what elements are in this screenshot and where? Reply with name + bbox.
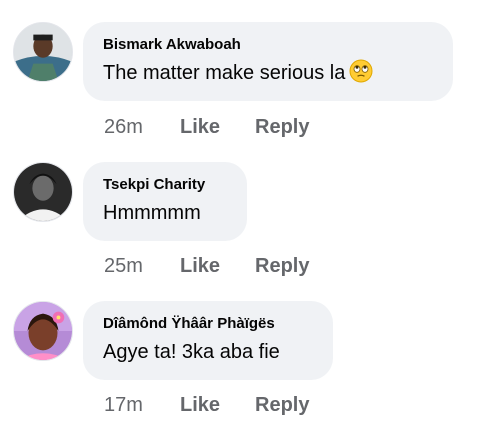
comment-author[interactable]: Dîâmônd Ÿhââr Phàïgës (103, 314, 313, 334)
avatar-photo (14, 23, 72, 81)
comment-bubble: Tsekpi Charity Hmmmmm (83, 162, 247, 241)
avatar[interactable] (13, 301, 73, 361)
reply-button[interactable]: Reply (255, 393, 309, 417)
like-button[interactable]: Like (180, 254, 255, 278)
comment-author[interactable]: Tsekpi Charity (103, 175, 227, 195)
comment-timestamp[interactable]: 17m (104, 393, 180, 417)
comment-timestamp[interactable]: 25m (104, 254, 180, 278)
comment-text: The matter make serious la (103, 59, 433, 87)
comment-author[interactable]: Bismark Akwaboah (103, 35, 433, 55)
comment-bubble: Bismark Akwaboah The matter make serious… (83, 22, 453, 101)
reply-button[interactable]: Reply (255, 254, 309, 278)
like-button[interactable]: Like (180, 115, 255, 139)
avatar-photo (14, 302, 72, 360)
comment-meta: 26m Like Reply (104, 115, 309, 139)
avatar-photo (14, 163, 72, 221)
comment-text: Hmmmmm (103, 202, 201, 224)
comment-timestamp[interactable]: 26m (104, 115, 180, 139)
comment-meta: 17m Like Reply (104, 393, 309, 417)
avatar[interactable] (13, 22, 73, 82)
avatar[interactable] (13, 162, 73, 222)
comment-meta: 25m Like Reply (104, 254, 309, 278)
reply-button[interactable]: Reply (255, 115, 309, 139)
comment-text-content: The matter make serious la (103, 62, 346, 84)
like-button[interactable]: Like (180, 393, 255, 417)
comment-text: Agye ta! 3ka aba fie (103, 341, 280, 363)
face-with-rolling-eyes-icon (349, 59, 373, 83)
comment-bubble: Dîâmônd Ÿhââr Phàïgës Agye ta! 3ka aba f… (83, 301, 333, 380)
